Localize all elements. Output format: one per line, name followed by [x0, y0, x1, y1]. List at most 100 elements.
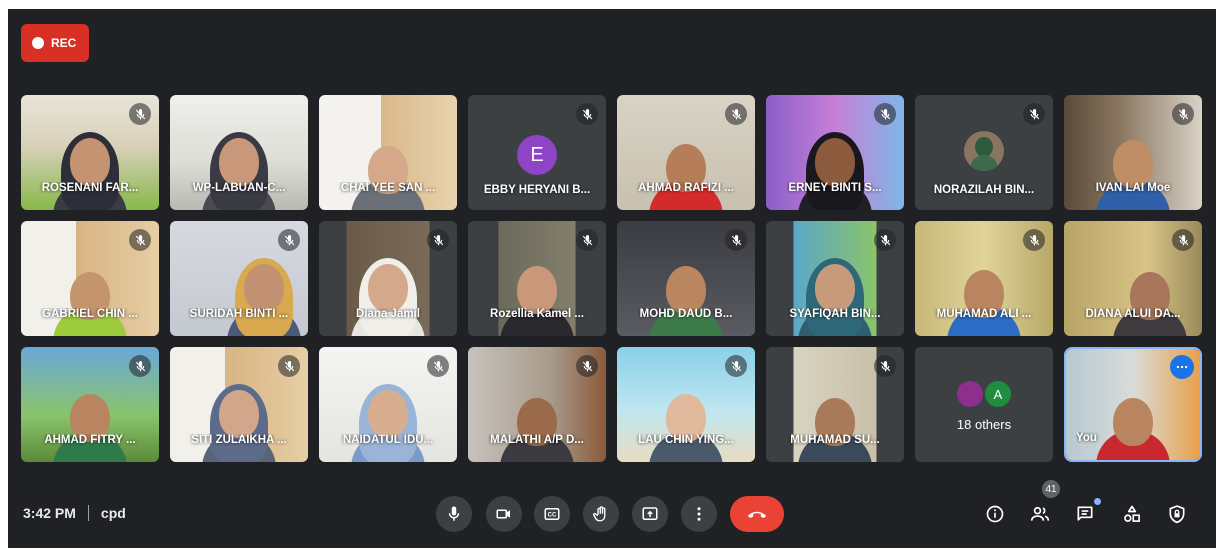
activities-icon	[1124, 505, 1140, 522]
meeting-details-button[interactable]	[981, 500, 1009, 528]
mic-off-icon	[1172, 103, 1194, 125]
participant-tile[interactable]: SYAFIQAH BIN...	[766, 221, 904, 336]
participant-video	[798, 376, 872, 462]
participant-name: EBBY HERYANI B...	[483, 184, 591, 196]
self-name: You	[1076, 432, 1097, 444]
participant-tile[interactable]: Diana Jamil	[319, 221, 457, 336]
meeting-code: cpd	[100, 505, 126, 521]
present-button[interactable]	[632, 496, 668, 532]
participant-tile[interactable]: Rozellia Kamel ...	[468, 221, 606, 336]
mic-off-icon	[129, 103, 151, 125]
participant-video	[202, 124, 276, 210]
participant-tile[interactable]: IVAN LAI Moe	[1064, 95, 1202, 210]
participant-tile[interactable]: MUHAMAD SU...	[766, 347, 904, 462]
self-view-tile[interactable]: You	[1064, 347, 1202, 462]
present-icon	[642, 507, 658, 520]
chat-notification-dot	[1094, 498, 1101, 505]
avatar	[957, 381, 983, 407]
participant-video	[53, 250, 127, 336]
activities-button[interactable]	[1118, 500, 1146, 528]
participant-video	[500, 250, 574, 336]
participant-video	[53, 376, 127, 462]
participant-name: NAIDATUL IDU...	[342, 434, 434, 446]
participant-tile[interactable]: WP-LABUAN-C...	[170, 95, 308, 210]
mic-off-icon	[427, 355, 449, 377]
participant-name: SURIDAH BINTI ...	[189, 308, 289, 320]
people-button[interactable]	[1026, 500, 1054, 528]
people-icon	[1030, 506, 1050, 521]
participant-tile[interactable]: NORAZILAH BIN...	[915, 95, 1053, 210]
participant-name: MALATHI A/P D...	[490, 434, 584, 446]
mic-button[interactable]	[436, 496, 472, 532]
participant-video	[798, 124, 872, 210]
participant-name: NORAZILAH BIN...	[933, 184, 1035, 196]
record-dot-icon	[32, 37, 44, 49]
participant-name: ERNEY BINTI S...	[788, 182, 882, 194]
participant-video	[202, 376, 276, 462]
more-options-button[interactable]	[681, 496, 717, 532]
mic-off-icon	[278, 355, 300, 377]
recording-label: REC	[51, 36, 77, 50]
more-options-icon[interactable]	[1170, 355, 1194, 379]
mic-off-icon	[1023, 103, 1045, 125]
mic-off-icon	[874, 229, 896, 251]
participant-name: AHMAD FITRY ...	[44, 434, 136, 446]
participant-name: Rozellia Kamel ...	[490, 308, 584, 320]
mic-off-icon	[576, 103, 598, 125]
mic-off-icon	[576, 355, 598, 377]
participant-tile[interactable]: SITI ZULAIKHA ...	[170, 347, 308, 462]
participant-tile[interactable]: E EBBY HERYANI B...	[468, 95, 606, 210]
participant-name: MUHAMAD SU...	[790, 434, 880, 446]
participant-video	[500, 376, 574, 462]
participant-video	[351, 124, 425, 210]
host-controls-button[interactable]	[1163, 500, 1191, 528]
participant-tile[interactable]: DIANA ALUI DA...	[1064, 221, 1202, 336]
participant-name: ROSENANI FAR...	[41, 182, 139, 194]
mic-off-icon	[874, 355, 896, 377]
chat-icon	[1077, 506, 1093, 521]
participant-tile[interactable]: ERNEY BINTI S...	[766, 95, 904, 210]
participant-count-badge: 41	[1042, 480, 1060, 498]
leave-call-button[interactable]	[730, 496, 784, 532]
participant-video	[649, 376, 723, 462]
participant-tile[interactable]: MOHD DAUD B...	[617, 221, 755, 336]
participant-tile[interactable]: SURIDAH BINTI ...	[170, 221, 308, 336]
mic-off-icon	[129, 229, 151, 251]
others-tile[interactable]: A 18 others	[915, 347, 1053, 462]
participant-video	[351, 376, 425, 462]
participant-name: SYAFIQAH BIN...	[789, 308, 881, 320]
participant-tile[interactable]: MALATHI A/P D...	[468, 347, 606, 462]
avatar	[964, 131, 1004, 171]
participant-name: MOHD DAUD B...	[639, 308, 733, 320]
participant-video	[649, 250, 723, 336]
others-avatars: A	[957, 381, 1011, 407]
mic-off-icon	[725, 355, 747, 377]
participant-tile[interactable]: CHAI YEE SAN ...	[319, 95, 457, 210]
mic-off-icon	[725, 103, 747, 125]
participant-name: DIANA ALUI DA...	[1085, 308, 1181, 320]
participant-tile[interactable]: MUHAMAD ALI ...	[915, 221, 1053, 336]
participant-name: AHMAD RAFIZI ...	[638, 182, 734, 194]
camera-button[interactable]	[486, 496, 522, 532]
captions-button[interactable]: CC	[534, 496, 570, 532]
raise-hand-button[interactable]	[583, 496, 619, 532]
recording-indicator: REC	[21, 24, 89, 62]
participant-tile[interactable]: AHMAD RAFIZI ...	[617, 95, 755, 210]
camera-icon	[496, 509, 510, 519]
participant-tile[interactable]: NAIDATUL IDU...	[319, 347, 457, 462]
avatar: A	[985, 381, 1011, 407]
meet-window: REC ROSENANI FAR... WP-LABUAN-C... CHAI …	[8, 9, 1216, 548]
participant-tile[interactable]: GABRIEL CHIN ...	[21, 221, 159, 336]
participant-video	[1096, 124, 1170, 210]
raise-hand-icon	[593, 506, 606, 522]
mic-off-icon	[874, 103, 896, 125]
participant-tile[interactable]: LAU CHIN YING...	[617, 347, 755, 462]
participant-tile[interactable]: AHMAD FITRY ...	[21, 347, 159, 462]
bottom-toolbar: 3:42 PM cpd CC 41	[8, 476, 1216, 548]
others-count-label: 18 others	[956, 417, 1012, 432]
mic-off-icon	[427, 229, 449, 251]
meeting-info: 3:42 PM cpd	[23, 505, 126, 521]
participant-name: IVAN LAI Moe	[1095, 182, 1171, 194]
mic-off-icon	[129, 355, 151, 377]
participant-tile[interactable]: ROSENANI FAR...	[21, 95, 159, 210]
